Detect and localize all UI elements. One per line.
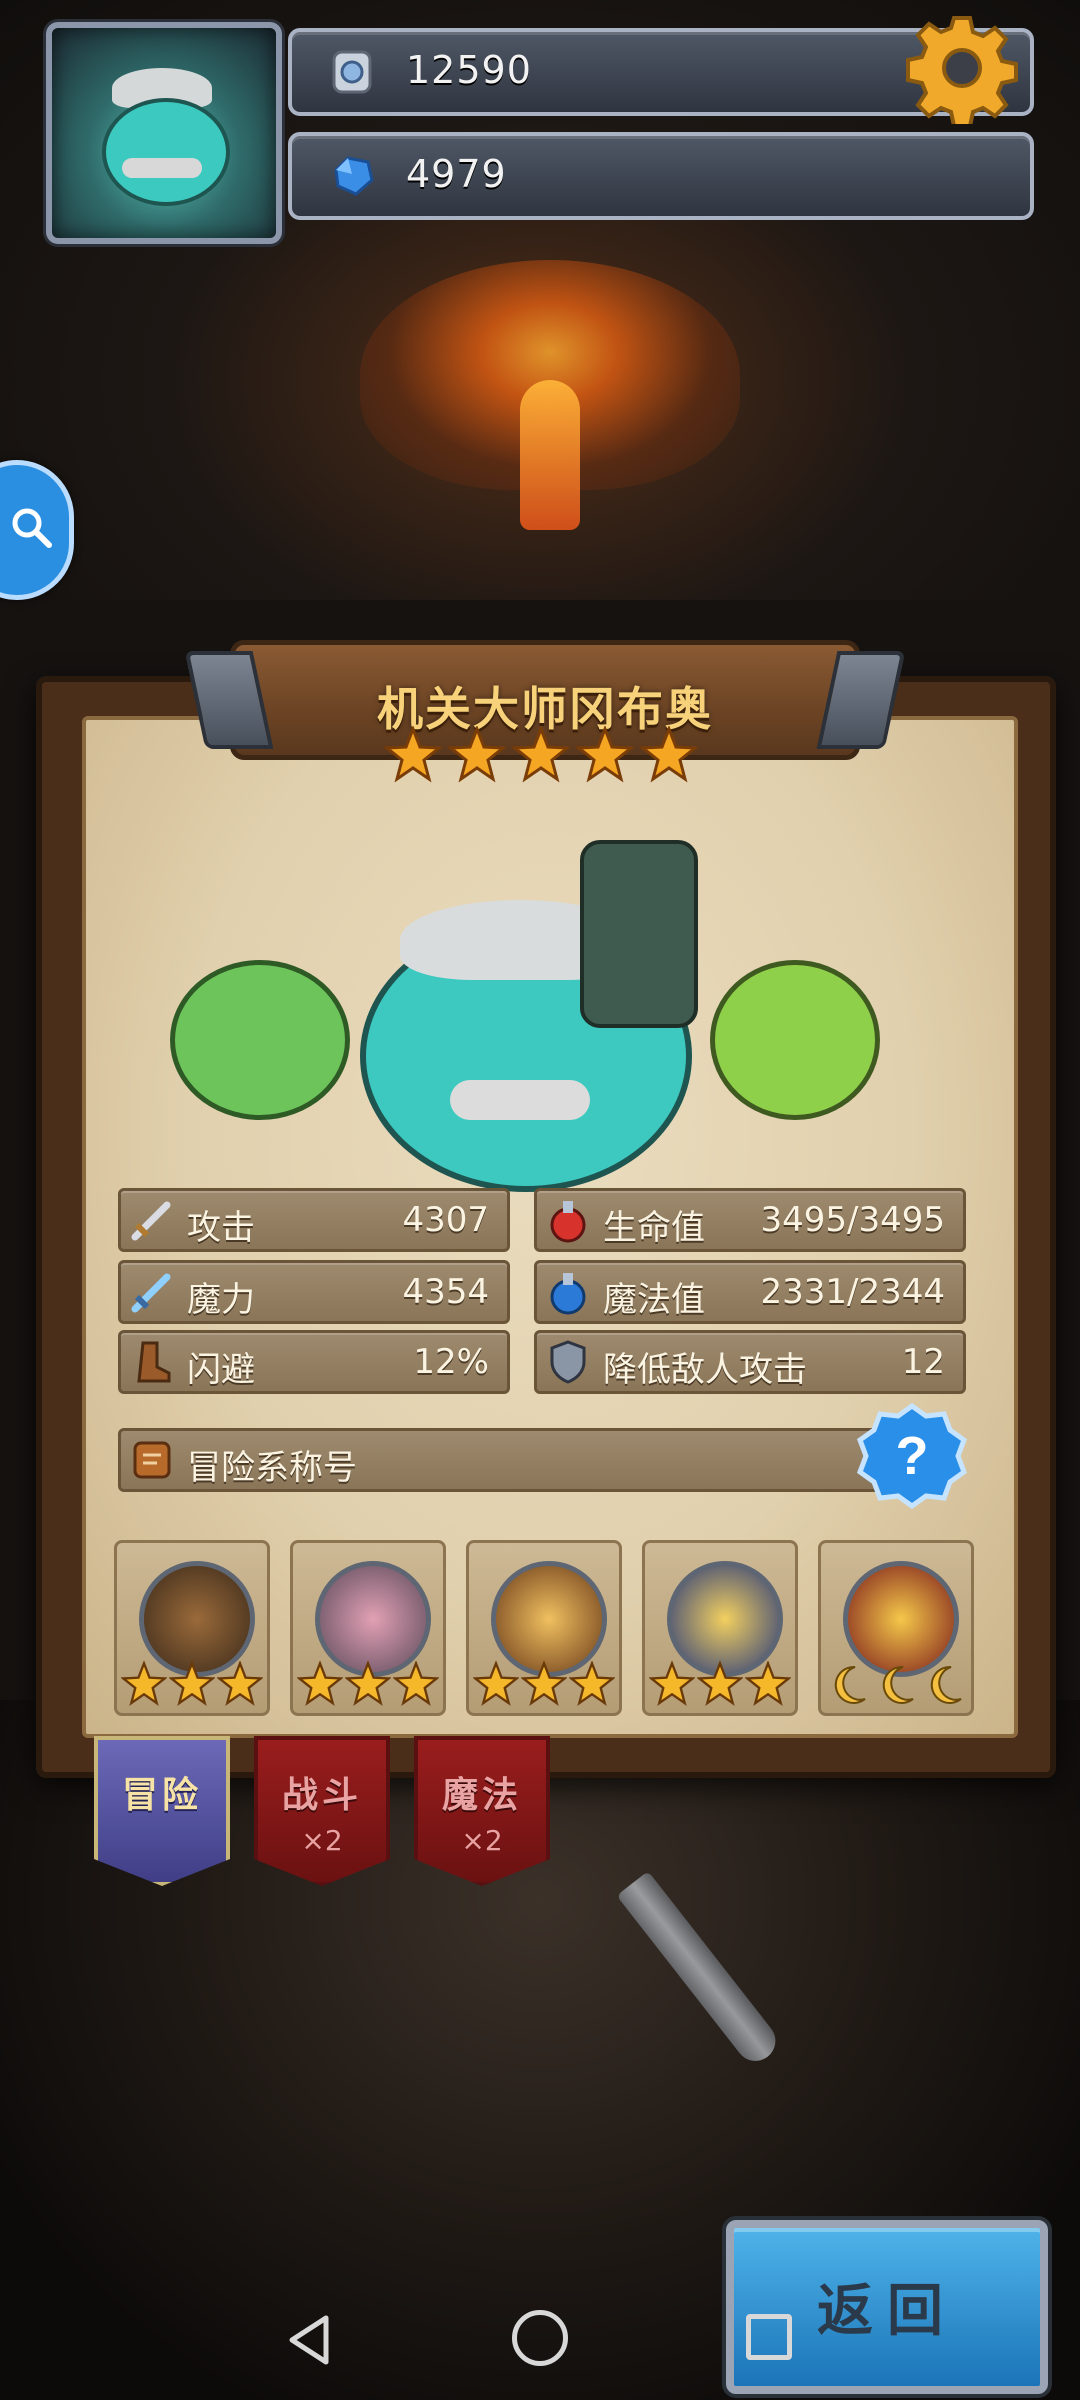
tab-battle[interactable]: 战斗 ×2 — [254, 1736, 390, 1886]
adventure-title-bar: 冒险系称号 — [118, 1428, 924, 1492]
recents-nav-icon[interactable] — [746, 2314, 792, 2360]
gem-currency-bar: 4979 — [288, 132, 1034, 220]
gold-laurel-icon — [667, 1561, 783, 1677]
hero-artwork — [150, 840, 930, 1200]
blue-potion-icon — [550, 1273, 586, 1315]
help-question-icon[interactable]: ? — [856, 1400, 968, 1512]
home-nav-icon[interactable] — [512, 2310, 568, 2366]
badge-telescope[interactable] — [114, 1540, 270, 1716]
badge-trophy[interactable] — [818, 1540, 974, 1716]
silver-coin-icon — [332, 50, 372, 94]
magic-sword-icon — [131, 1273, 171, 1313]
star-icon — [121, 1661, 167, 1706]
stat-attack: 攻击 4307 — [118, 1188, 510, 1252]
title-scroll-icon — [133, 1441, 171, 1479]
back-nav-icon[interactable] — [280, 2310, 340, 2370]
telescope-icon — [139, 1561, 255, 1677]
star-icon — [745, 1661, 791, 1706]
stat-hp: 生命值 3495/3495 — [534, 1188, 966, 1252]
star-icon — [649, 1661, 695, 1706]
star-icon — [448, 726, 506, 783]
tab-adventure[interactable]: 冒险 — [94, 1736, 230, 1886]
star-icon — [521, 1661, 567, 1706]
treasure-bag-icon — [491, 1561, 607, 1677]
hero-rating-stars — [384, 726, 704, 790]
star-icon — [697, 1661, 743, 1706]
star-icon — [169, 1661, 215, 1706]
star-icon — [345, 1661, 391, 1706]
star-icon — [393, 1661, 439, 1706]
system-nav-bar — [0, 2280, 1080, 2400]
star-icon — [384, 726, 442, 783]
silver-amount: 12590 — [406, 48, 532, 92]
star-icon — [297, 1661, 343, 1706]
crescent-moon-icon — [882, 1665, 914, 1704]
gem-amount: 4979 — [406, 152, 507, 196]
star-icon — [640, 726, 698, 783]
star-icon — [569, 1661, 615, 1706]
star-icon — [576, 726, 634, 783]
star-icon — [473, 1661, 519, 1706]
red-potion-icon — [550, 1201, 586, 1243]
stat-mp: 魔法值 2331/2344 — [534, 1260, 966, 1324]
badge-treasure[interactable] — [466, 1540, 622, 1716]
tab-magic[interactable]: 魔法 ×2 — [414, 1736, 550, 1886]
knight-shield-icon — [315, 1561, 431, 1677]
badge-knight[interactable] — [290, 1540, 446, 1716]
svg-text:?: ? — [896, 1426, 929, 1486]
star-icon — [217, 1661, 263, 1706]
player-avatar[interactable] — [46, 22, 282, 244]
blue-gem-icon — [334, 156, 374, 196]
crescent-moon-icon — [930, 1665, 962, 1704]
stat-magic-power: 魔力 4354 — [118, 1260, 510, 1324]
settings-gear-icon[interactable] — [906, 12, 1018, 124]
lava-stream — [520, 380, 580, 530]
trophy-icon — [843, 1561, 959, 1677]
shield-icon — [550, 1340, 586, 1384]
sword-icon — [131, 1201, 171, 1241]
crescent-moon-icon — [834, 1665, 866, 1704]
star-icon — [512, 726, 570, 783]
stat-dodge: 闪避 12% — [118, 1330, 510, 1394]
search-icon — [12, 508, 52, 548]
badge-gold-laurel[interactable] — [642, 1540, 798, 1716]
boot-icon — [137, 1341, 171, 1383]
stat-reduce-enemy-attack: 降低敌人攻击 12 — [534, 1330, 966, 1394]
